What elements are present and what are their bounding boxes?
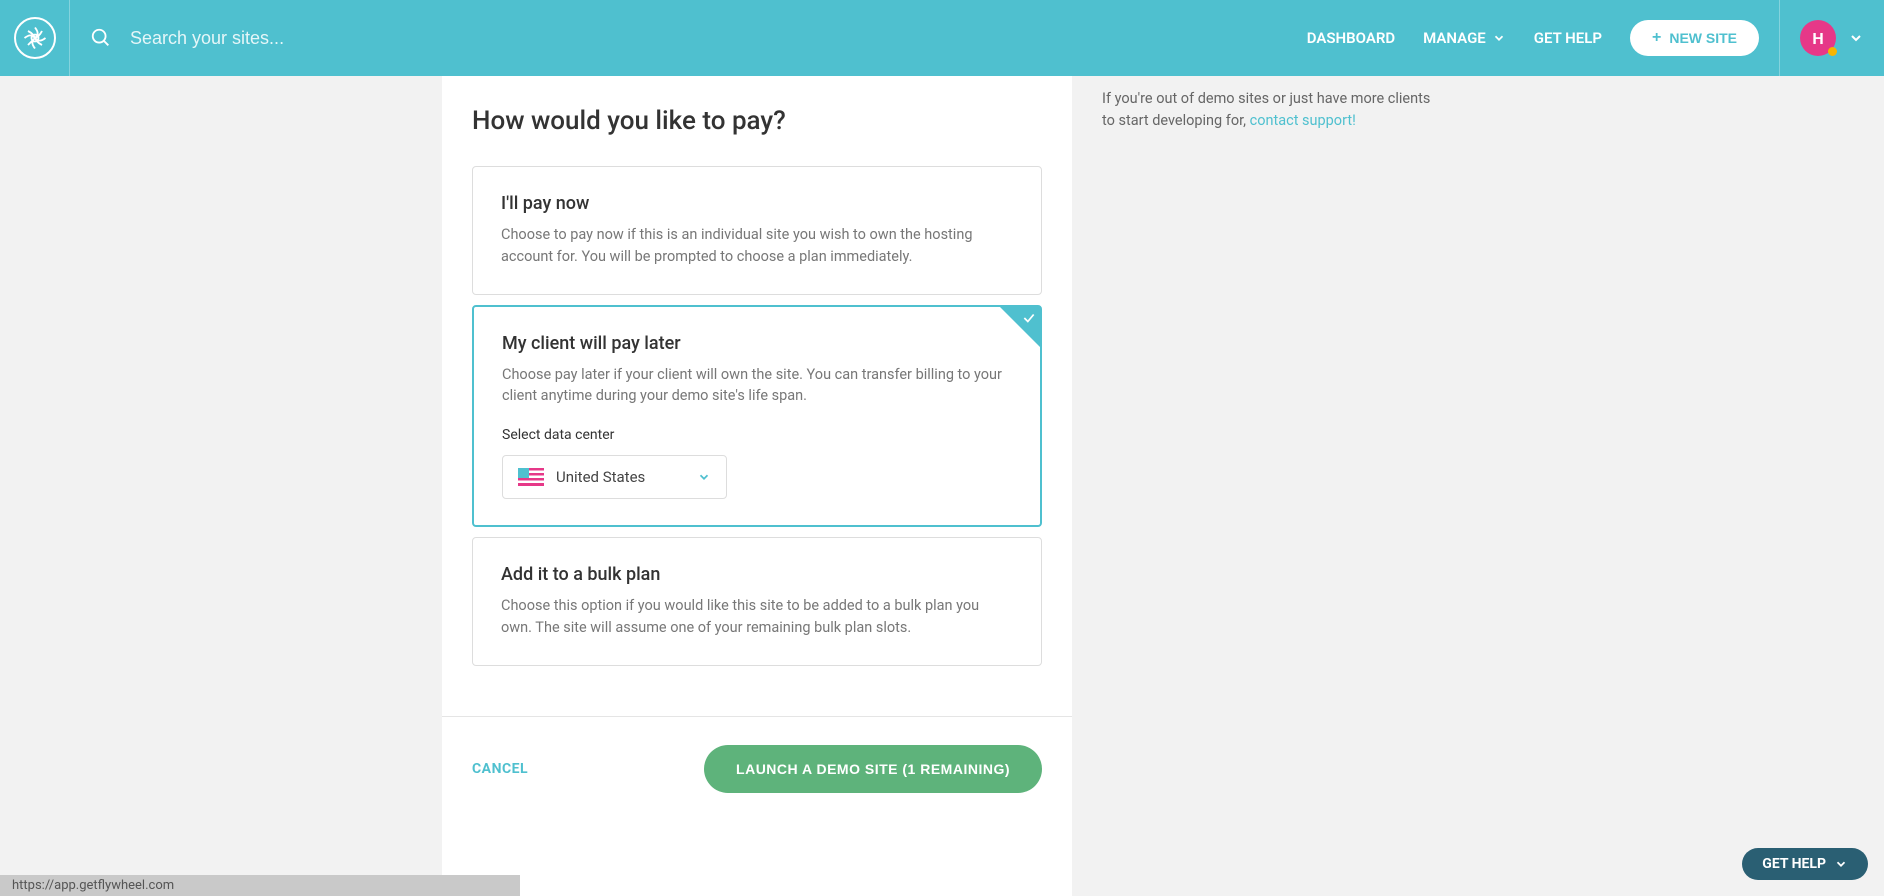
option-pay-now[interactable]: I'll pay now Choose to pay now if this i… (472, 166, 1042, 295)
chevron-down-icon (1492, 31, 1506, 45)
nav-get-help[interactable]: GET HELP (1534, 29, 1602, 47)
get-help-pill-label: GET HELP (1762, 856, 1826, 872)
option-client-title: My client will pay later (502, 333, 1012, 354)
notification-dot-icon (1828, 47, 1837, 56)
option-client-pay-later[interactable]: My client will pay later Choose pay late… (472, 305, 1042, 528)
us-flag-icon (518, 468, 544, 486)
new-site-button[interactable]: + NEW SITE (1630, 20, 1759, 56)
panel-wrap: How would you like to pay? I'll pay now … (442, 76, 1442, 896)
footer-bar: CANCEL LAUNCH A DEMO SITE (1 REMAINING) (442, 716, 1072, 793)
contact-support-link[interactable]: contact support! (1250, 112, 1356, 129)
option-bulk-title: Add it to a bulk plan (501, 564, 1013, 585)
data-center-value: United States (556, 468, 697, 486)
search-icon (90, 27, 112, 49)
main-panel: How would you like to pay? I'll pay now … (442, 76, 1072, 896)
selected-corner-icon (1000, 307, 1040, 347)
side-info: If you're out of demo sites or just have… (1102, 76, 1442, 896)
nav-dashboard[interactable]: DASHBOARD (1307, 29, 1395, 47)
avatar: H (1800, 20, 1836, 56)
logo-wrap[interactable] (0, 0, 70, 76)
search-wrap (70, 27, 1307, 49)
chevron-down-icon (1834, 857, 1848, 871)
data-center-label: Select data center (502, 427, 1012, 443)
nav-manage[interactable]: MANAGE (1423, 29, 1506, 47)
chevron-down-icon (697, 470, 711, 484)
option-client-desc: Choose pay later if your client will own… (502, 364, 1012, 408)
avatar-initial: H (1812, 29, 1823, 48)
chevron-down-icon (1848, 30, 1864, 46)
status-bar-url: https://app.getflywheel.com (0, 875, 520, 896)
data-center-select[interactable]: United States (502, 455, 727, 499)
new-site-label: NEW SITE (1669, 30, 1737, 46)
page-title: How would you like to pay? (472, 106, 1042, 136)
option-bulk-plan[interactable]: Add it to a bulk plan Choose this option… (472, 537, 1042, 666)
option-pay-now-desc: Choose to pay now if this is an individu… (501, 224, 1013, 268)
avatar-wrap[interactable]: H (1779, 0, 1864, 76)
cancel-button[interactable]: CANCEL (472, 761, 528, 777)
launch-demo-button[interactable]: LAUNCH A DEMO SITE (1 REMAINING) (704, 745, 1042, 793)
get-help-pill[interactable]: GET HELP (1742, 848, 1868, 880)
flywheel-logo-icon (14, 17, 56, 59)
nav: DASHBOARD MANAGE GET HELP + NEW SITE (1307, 20, 1759, 56)
nav-dashboard-label: DASHBOARD (1307, 29, 1395, 47)
page: How would you like to pay? I'll pay now … (0, 0, 1884, 896)
nav-get-help-label: GET HELP (1534, 29, 1602, 47)
nav-manage-label: MANAGE (1423, 29, 1486, 47)
option-bulk-desc: Choose this option if you would like thi… (501, 595, 1013, 639)
option-pay-now-title: I'll pay now (501, 193, 1013, 214)
search-input[interactable] (130, 28, 530, 49)
plus-icon: + (1652, 29, 1661, 47)
header: DASHBOARD MANAGE GET HELP + NEW SITE H (0, 0, 1884, 76)
